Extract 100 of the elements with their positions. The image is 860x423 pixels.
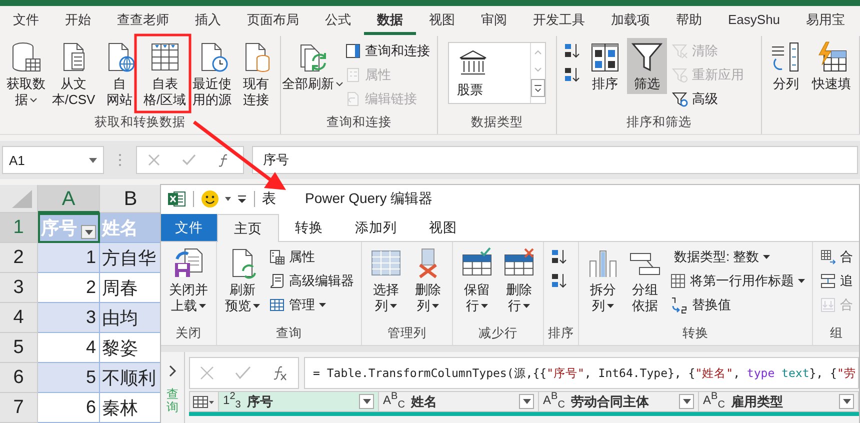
column-header[interactable]: A$^{B}$$_{C}$ 劳动合同主体 (539, 391, 699, 412)
ribbon-button[interactable]: 分组 依据 (625, 244, 665, 316)
column-header[interactable]: 1$^{2}$$_{3}$ 序号 (219, 391, 379, 412)
ribbon-button[interactable]: 高级编辑器 (266, 270, 357, 292)
caret-icon (89, 158, 97, 162)
group-label: 转换 (682, 325, 710, 342)
column-header[interactable]: B (100, 185, 162, 213)
ribbon-button[interactable]: 现有 连接 (236, 38, 276, 110)
filter-button[interactable] (519, 394, 534, 409)
column-header[interactable]: A$^{B}$$_{C}$ 雇用类型 (699, 391, 859, 412)
ribbon-button[interactable]: 自 网站 (99, 38, 140, 110)
cell-text: 姓名 (102, 216, 138, 240)
ribbon-button[interactable]: 合 (817, 246, 856, 268)
ribbon-button[interactable]: 高级 (669, 88, 747, 110)
ribbon-tab[interactable]: 视图 (413, 214, 473, 241)
drag-handle-icon[interactable] (118, 153, 122, 167)
ribbon-button[interactable]: 快速填 (808, 38, 855, 94)
ribbon-tab[interactable]: 添加列 (339, 214, 413, 241)
ribbon-tab[interactable]: 文件 (0, 7, 52, 35)
more-icon[interactable] (531, 79, 545, 97)
ribbon-tab[interactable]: 公式 (312, 7, 364, 35)
panel-icon (345, 43, 361, 59)
group-label: 排序和筛选 (626, 114, 692, 131)
stock-type-button[interactable]: 股票 (449, 43, 530, 103)
ribbon-tab[interactable]: 转换 (279, 214, 339, 241)
ribbon-tab[interactable]: 文件 (161, 214, 217, 241)
ribbon-button[interactable]: 分列 (766, 38, 806, 94)
row-header[interactable]: 6 (0, 363, 38, 393)
filter-button[interactable] (81, 225, 96, 239)
ribbon-tab[interactable]: 审阅 (468, 7, 520, 35)
ribbon-button[interactable]: 属性 (266, 246, 357, 268)
column-header[interactable]: A (38, 185, 100, 213)
ribbon-button[interactable]: 筛选 (627, 38, 667, 94)
cell-text: 由均 (102, 306, 138, 330)
ribbon-tab[interactable]: 查查老师 (104, 7, 182, 35)
lightning-table-icon (816, 41, 848, 73)
ribbon-tab[interactable]: 数据 (364, 7, 416, 35)
caret-icon[interactable] (224, 196, 232, 202)
formula-field[interactable]: 序号 (252, 146, 858, 174)
expand-icon[interactable] (168, 364, 178, 378)
table-menu-icon[interactable] (193, 394, 215, 408)
cell-text: 周春 (102, 276, 138, 300)
smiley-icon[interactable] (201, 190, 219, 208)
ribbon-tab[interactable]: 开始 (52, 7, 104, 35)
ribbon-button[interactable]: 从文 本/CSV (50, 38, 98, 110)
cell-text: 方自华 (102, 246, 156, 270)
row-header[interactable]: 1 (0, 213, 38, 243)
ribbon-button[interactable]: 将第一行用作标题 (667, 270, 808, 292)
ribbon-tab[interactable]: 开发工具 (520, 7, 598, 35)
excel-logo-icon[interactable] (168, 191, 186, 207)
append-table-icon (820, 273, 836, 289)
script-icon (269, 273, 285, 289)
ribbon-button[interactable]: 数据类型: 整数 (667, 246, 808, 268)
formula-field[interactable]: = Table.TransformColumnTypes(源,{{"序号", Int64.Type}, {"姓名", type text}, {"劳 (304, 357, 859, 389)
column-name: 序号 (246, 392, 273, 410)
ribbon-tab[interactable]: 主页 (217, 214, 279, 242)
ribbon-button[interactable]: 自表 格/区域 (141, 38, 188, 110)
ribbon-tab[interactable]: 插入 (182, 7, 234, 35)
ribbon-button[interactable]: 保留 行 (457, 244, 497, 316)
row-header[interactable]: 2 (0, 243, 38, 273)
row-header[interactable]: 5 (0, 333, 38, 363)
cell-text: 3 (86, 307, 96, 328)
ribbon-tab[interactable]: 易用宝 (793, 7, 858, 35)
group-label: 减少行 (478, 325, 518, 342)
ribbon-tab[interactable]: 加载项 (598, 7, 663, 35)
filter-button[interactable] (359, 394, 374, 409)
name-box[interactable]: A1 (2, 146, 104, 174)
filter-button[interactable] (679, 394, 694, 409)
ribbon-button[interactable]: 拆分 列 (583, 244, 623, 316)
column-header[interactable]: A$^{B}$$_{C}$ 姓名 (379, 391, 539, 412)
sort-az-icon (551, 248, 567, 266)
ribbon-tab[interactable]: 页面布局 (234, 7, 312, 35)
ribbon-button[interactable]: 管理 (266, 294, 357, 316)
cell-text: 6 (86, 397, 96, 418)
customize-toolbar-icon[interactable] (237, 194, 247, 204)
ribbon-button[interactable]: 选择 列 (366, 244, 406, 316)
ribbon-button[interactable]: 删除 列 (408, 244, 448, 316)
ribbon-button[interactable]: 排序 (585, 38, 625, 94)
ribbon-button[interactable]: 关闭并 上载 (165, 244, 212, 316)
row-header[interactable]: 4 (0, 303, 38, 333)
ribbon-button[interactable]: 查询和连接 (342, 40, 433, 62)
save-load-icon (172, 247, 204, 279)
row-header[interactable]: 7 (0, 393, 38, 423)
row-header[interactable]: 3 (0, 273, 38, 303)
ribbon-button[interactable]: 替换值 (667, 294, 808, 316)
ribbon-tab[interactable]: EasyShu (715, 7, 794, 35)
sort-table-icon (589, 41, 621, 73)
ribbon-tab[interactable]: 视图 (416, 7, 468, 35)
ribbon-button[interactable]: 最近使 用的源 (190, 38, 234, 110)
column-name: 姓名 (410, 392, 437, 410)
ribbon-tab[interactable]: 帮助 (663, 7, 715, 35)
check-icon[interactable] (234, 366, 251, 380)
filter-button[interactable] (839, 394, 854, 409)
function-icon[interactable] (272, 365, 288, 381)
ribbon-button[interactable]: 删除 行 (499, 244, 539, 316)
ribbon-button[interactable]: 获取数 据 (4, 38, 48, 110)
check-icon[interactable] (182, 154, 196, 166)
ribbon-button[interactable]: 追 (817, 270, 856, 292)
ribbon-button[interactable]: 刷新 预览 (221, 244, 264, 316)
replace-values-icon (670, 296, 688, 314)
